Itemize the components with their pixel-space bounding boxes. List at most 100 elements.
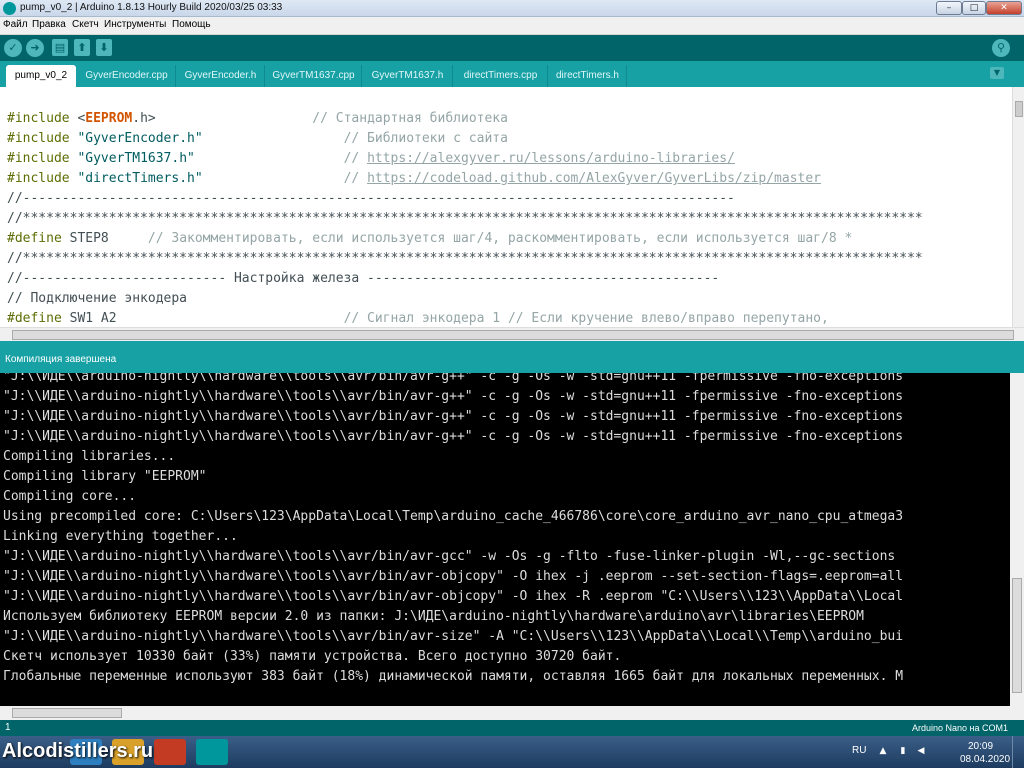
- taskbar-arduino-icon[interactable]: [196, 739, 228, 765]
- line-number: 1: [5, 722, 11, 733]
- console-line: "J:\\ИДЕ\\arduino-nightly\\hardware\\too…: [3, 429, 904, 444]
- code-line: #define STEP8 // Закомментировать, если …: [7, 229, 852, 249]
- console-output[interactable]: "J:\\ИДЕ\\arduino-nightly\\hardware\\too…: [0, 373, 1010, 706]
- code-comment: // Библиотеки с сайта: [343, 131, 508, 146]
- code-padding: [156, 111, 313, 126]
- code-line: #include "GyverEncoder.h" // Библиотеки …: [7, 129, 508, 149]
- scrollbar-thumb[interactable]: [12, 708, 122, 718]
- tab-directtimers-cpp[interactable]: directTimers.cpp: [454, 65, 548, 87]
- clock-date[interactable]: 08.04.2020: [960, 754, 1010, 765]
- comment-link[interactable]: https://alexgyver.ru/lessons/arduino-lib…: [367, 151, 735, 166]
- console-line: Compiling libraries...: [3, 449, 176, 464]
- menu-tools[interactable]: Инструменты: [104, 19, 166, 30]
- keyword: #include: [7, 131, 70, 146]
- keyword: #include: [7, 151, 70, 166]
- show-desktop-button[interactable]: [1012, 736, 1024, 768]
- console-line: Используем библиотеку EEPROM версии 2.0 …: [3, 609, 864, 624]
- board-port-label: Arduino Nano на COM1: [911, 723, 1008, 733]
- status-message: Компиляция завершена: [5, 354, 117, 365]
- macro-name: SW1 A2: [61, 311, 117, 326]
- open-sketch-icon[interactable]: ⬆: [74, 39, 90, 56]
- keyword: #define: [7, 311, 62, 326]
- menu-help[interactable]: Помощь: [172, 19, 211, 30]
- console-vertical-scrollbar[interactable]: [1010, 373, 1024, 706]
- taskbar-app-icon[interactable]: [154, 739, 186, 765]
- code-line: // Подключение энкодера: [7, 291, 188, 306]
- code-line: //**************************************…: [7, 251, 923, 266]
- tray-network-icon[interactable]: ▮: [898, 746, 908, 756]
- console-line: "J:\\ИДЕ\\arduino-nightly\\hardware\\too…: [3, 409, 904, 424]
- tray-flag-icon[interactable]: ▲: [878, 746, 888, 756]
- verify-icon[interactable]: ✓: [4, 39, 22, 57]
- arduino-app-icon: [3, 2, 16, 15]
- console-line: "J:\\ИДЕ\\arduino-nightly\\hardware\\too…: [3, 589, 904, 604]
- menu-edit[interactable]: Правка: [32, 19, 66, 30]
- tab-gyvertm1637-cpp[interactable]: GyverTM1637.cpp: [266, 65, 362, 87]
- minimize-button[interactable]: –: [936, 1, 962, 15]
- menu-sketch[interactable]: Скетч: [72, 19, 99, 30]
- code-editor[interactable]: #include <EEPROM.h> // Стандартная библи…: [0, 87, 1012, 327]
- console-line: Скетч использует 10330 байт (33%) памяти…: [3, 649, 622, 664]
- new-sketch-icon[interactable]: ▤: [52, 39, 68, 56]
- footer-bar: 1 Arduino Nano на COM1: [0, 720, 1024, 736]
- save-sketch-icon[interactable]: ⬇: [96, 39, 112, 56]
- close-button[interactable]: ✕: [986, 1, 1022, 15]
- maximize-button[interactable]: □: [962, 1, 986, 15]
- comment-link[interactable]: https://codeload.github.com/AlexGyver/Gy…: [367, 171, 821, 186]
- scrollbar-thumb[interactable]: [12, 330, 1014, 340]
- serial-monitor-icon[interactable]: ⚲: [992, 39, 1010, 57]
- code-comment: // Закомментировать, если используется ш…: [108, 231, 853, 246]
- language-indicator[interactable]: RU: [852, 745, 866, 756]
- tray-language-icon[interactable]: [936, 746, 946, 756]
- tab-gyverencoder-cpp[interactable]: GyverEncoder.cpp: [78, 65, 176, 87]
- code-padding: [203, 171, 344, 186]
- string-literal: "directTimers.h": [69, 171, 203, 186]
- string-literal: "GyverEncoder.h": [69, 131, 203, 146]
- console-line: Compiling library "EEPROM": [3, 469, 207, 484]
- console-horizontal-scrollbar[interactable]: [0, 706, 1024, 720]
- code-text: .h>: [132, 111, 156, 126]
- scrollbar-thumb[interactable]: [1012, 578, 1022, 693]
- keyword: #include: [7, 171, 70, 186]
- code-text: <: [69, 111, 86, 126]
- console-line: "J:\\ИДЕ\\arduino-nightly\\hardware\\too…: [3, 569, 904, 584]
- upload-icon[interactable]: ➜: [26, 39, 44, 57]
- code-comment: //: [343, 171, 368, 186]
- console-line: "J:\\ИДЕ\\arduino-nightly\\hardware\\too…: [3, 629, 904, 644]
- tab-menu-chevron-down-icon[interactable]: ▼: [990, 67, 1004, 79]
- code-line: #include "GyverTM1637.h" // https://alex…: [7, 149, 735, 169]
- code-line: //**************************************…: [7, 211, 923, 226]
- menu-bar: Файл Правка Скетч Инструменты Помощь: [0, 17, 1024, 35]
- tab-bar: pump_v0_2 GyverEncoder.cpp GyverEncoder.…: [0, 61, 1024, 87]
- console-line: Compiling core...: [3, 489, 137, 504]
- window-title-bar[interactable]: pump_v0_2 | Arduino 1.8.13 Hourly Build …: [0, 0, 1024, 17]
- code-padding: [195, 151, 344, 166]
- watermark-text: Alcodistillers.ru: [2, 740, 154, 762]
- code-line: #include "directTimers.h" // https://cod…: [7, 169, 821, 189]
- editor-vertical-scrollbar[interactable]: [1012, 87, 1024, 327]
- keyword: #define: [7, 231, 62, 246]
- tray-volume-icon[interactable]: ◀: [916, 746, 926, 756]
- console-line: Глобальные переменные используют 383 бай…: [3, 669, 904, 684]
- menu-file[interactable]: Файл: [3, 19, 28, 30]
- windows-taskbar: [0, 736, 1024, 768]
- code-line: #define SW1 A2 // Сигнал энкодера 1 // Е…: [7, 309, 829, 327]
- code-comment: // Сигнал энкодера 1 // Если кручение вл…: [343, 311, 829, 326]
- toolbar: ✓ ➜ ▤ ⬆ ⬇ ⚲: [0, 35, 1024, 61]
- editor-horizontal-scrollbar[interactable]: [0, 327, 1024, 341]
- macro-name: STEP8: [61, 231, 109, 246]
- tab-pump-v0-2[interactable]: pump_v0_2: [6, 65, 76, 87]
- tab-gyverencoder-h[interactable]: GyverEncoder.h: [177, 65, 265, 87]
- tab-gyvertm1637-h[interactable]: GyverTM1637.h: [363, 65, 453, 87]
- clock-time[interactable]: 20:09: [968, 741, 993, 752]
- keyword: #include: [7, 111, 70, 126]
- library-name: EEPROM: [85, 111, 133, 126]
- console-line: Using precompiled core: C:\Users\123\App…: [3, 509, 904, 524]
- code-padding: [203, 131, 344, 146]
- tab-directtimers-h[interactable]: directTimers.h: [549, 65, 627, 87]
- console-line: "J:\\ИДЕ\\arduino-nightly\\hardware\\too…: [3, 549, 896, 564]
- code-line: #include <EEPROM.h> // Стандартная библи…: [7, 109, 508, 129]
- code-comment: //: [343, 151, 368, 166]
- code-padding: [117, 311, 344, 326]
- scrollbar-thumb[interactable]: [1015, 101, 1023, 117]
